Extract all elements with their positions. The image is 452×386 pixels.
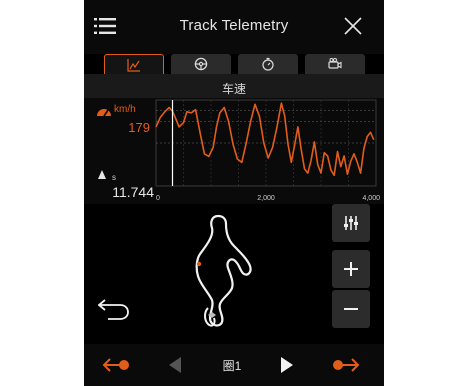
video-camera-icon [328,58,342,69]
stopwatch-icon [262,57,274,71]
next-lap-icon [333,358,360,372]
plus-icon [344,262,358,276]
filter-settings-button[interactable] [332,204,370,242]
tab-stopwatch[interactable] [238,54,298,74]
track-map-area [84,204,384,344]
zoom-out-button[interactable] [332,290,370,328]
hamburger-menu-icon[interactable] [94,18,116,34]
header-bar: Track Telemetry [84,0,384,54]
x-tick-label: 2,000 [257,195,275,202]
app-window: Track Telemetry 车速 km/h 179 s 11.744 0 2… [84,0,384,386]
speed-line-chart[interactable]: 0 2,000 4,000 [84,98,384,204]
speed-series-line [155,102,375,177]
play-left-icon [169,357,181,373]
lap-navigation-bar: 圈1 [84,344,384,386]
tab-steering[interactable] [171,54,231,74]
prev-lap-icon [102,358,129,372]
tab-telemetry-chart[interactable] [104,54,164,74]
chart-title: 车速 [221,82,246,96]
tab-bar [104,54,366,74]
track-outline[interactable] [174,212,274,332]
line-chart-icon [127,58,140,72]
zoom-in-button[interactable] [332,250,370,288]
steering-wheel-icon [194,57,208,71]
x-tick-label: 4,000 [362,195,380,202]
play-right-icon [281,357,293,373]
x-tick-label: 0 [156,195,160,202]
previous-button[interactable] [164,354,186,376]
speed-chart-panel: km/h 179 s 11.744 0 2,000 4,000 [84,98,384,204]
track-path [195,214,252,327]
car-position-marker [196,261,202,267]
previous-lap-button[interactable] [102,354,132,376]
back-arrow-icon[interactable] [98,296,132,322]
chart-header: 车速 [84,74,384,98]
next-button[interactable] [276,354,298,376]
minus-icon [344,308,358,310]
next-lap-button[interactable] [330,354,360,376]
tab-video[interactable] [305,54,365,74]
lap-label: 圈1 [222,359,242,373]
sliders-icon [344,216,358,230]
close-icon[interactable] [344,17,362,35]
page-title: Track Telemetry [179,17,289,34]
